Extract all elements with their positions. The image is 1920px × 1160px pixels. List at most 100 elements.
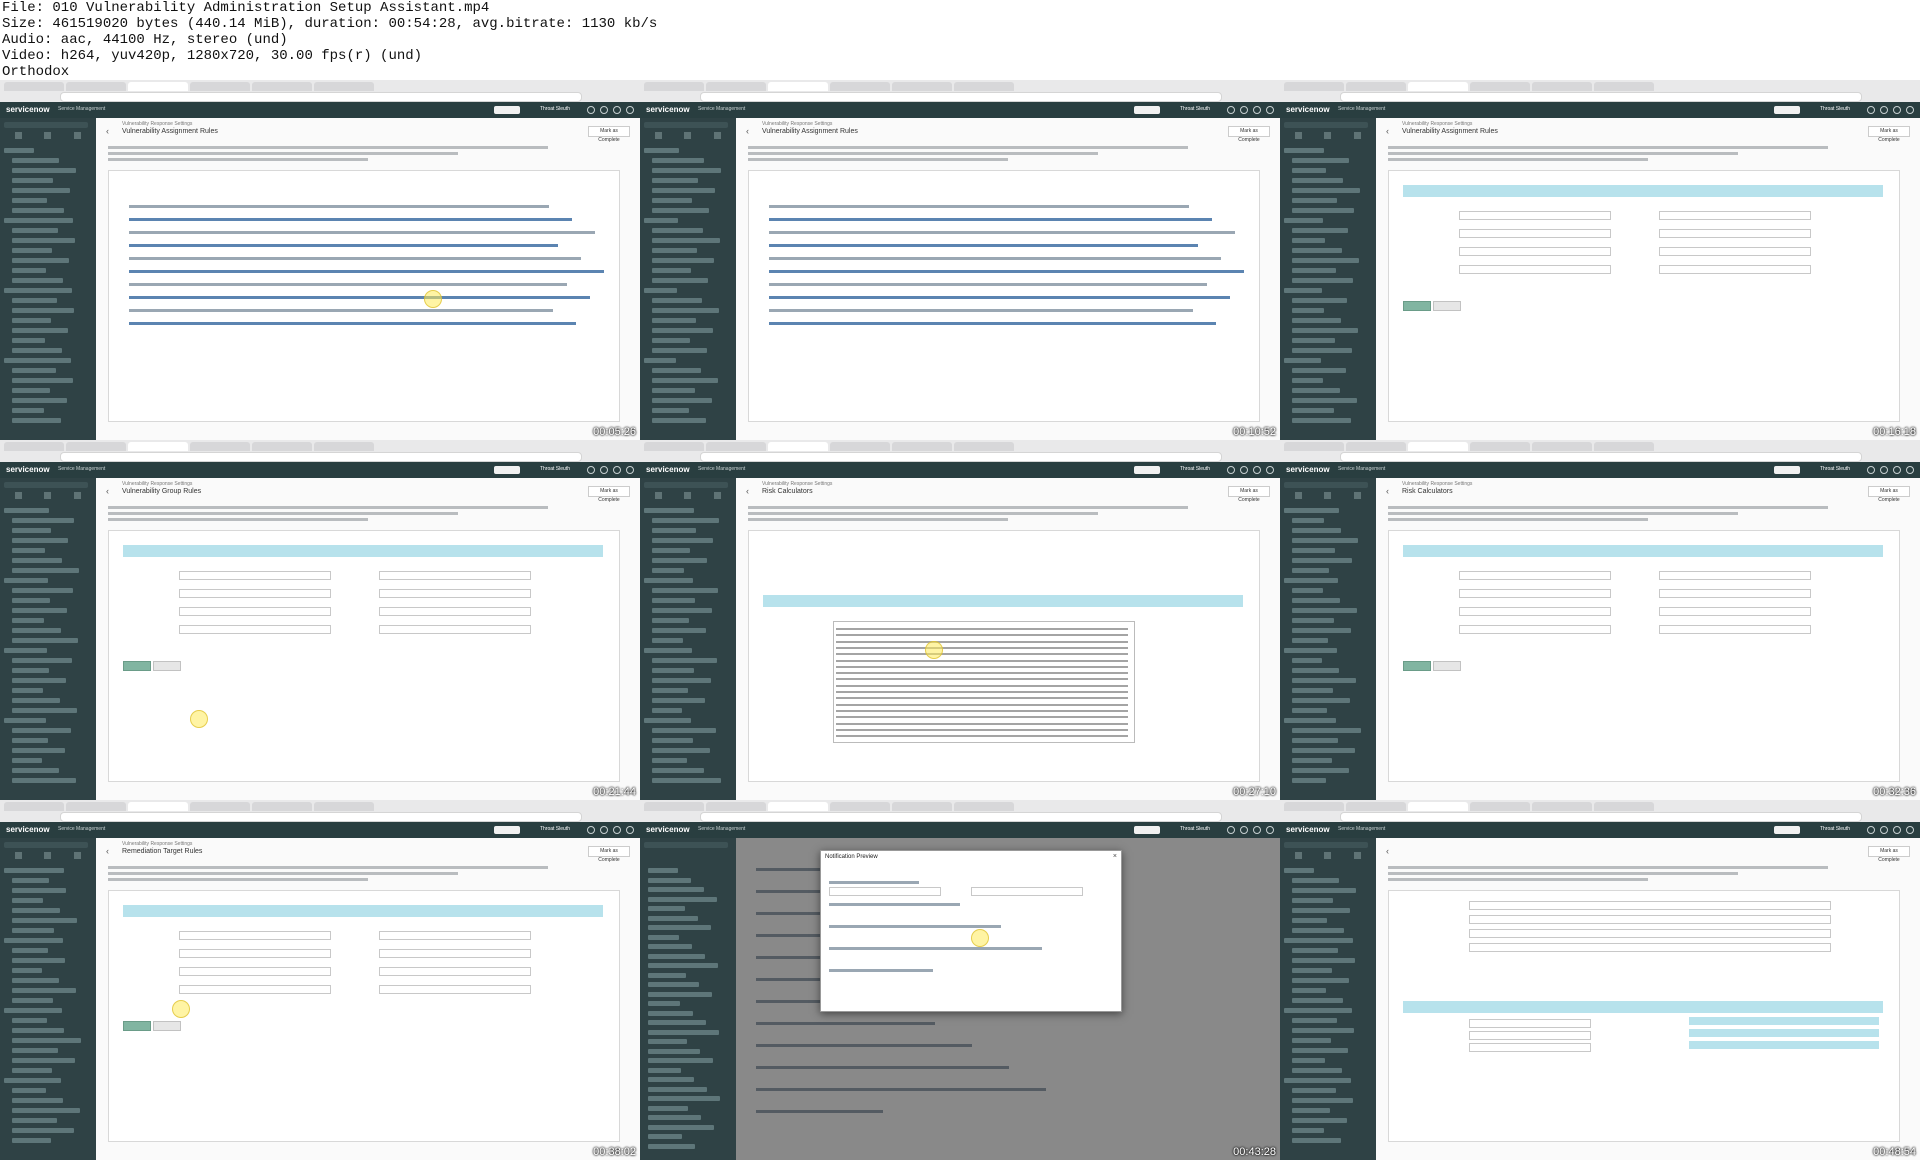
nav-module[interactable] [12, 328, 68, 333]
all-apps-icon[interactable] [1295, 852, 1303, 859]
nav-module[interactable] [1292, 738, 1338, 743]
nav-module[interactable] [1292, 1108, 1330, 1113]
list-row[interactable] [129, 322, 576, 325]
address-bar[interactable] [700, 452, 1222, 462]
nav-module[interactable] [12, 1038, 81, 1043]
browser-tab[interactable] [190, 802, 250, 811]
browser-tab[interactable] [128, 442, 188, 451]
nav-module[interactable] [648, 1115, 701, 1120]
chat-icon[interactable] [1240, 826, 1248, 834]
nav-module[interactable] [1292, 538, 1358, 543]
browser-tab[interactable] [768, 802, 828, 811]
gear-icon[interactable] [1266, 466, 1274, 474]
browser-tab[interactable] [66, 442, 126, 451]
nav-module[interactable] [652, 198, 692, 203]
nav-module[interactable] [12, 948, 48, 953]
nav-module[interactable] [4, 648, 47, 653]
form-field[interactable] [1459, 265, 1611, 274]
browser-tab[interactable] [1470, 802, 1530, 811]
nav-module[interactable] [652, 688, 688, 693]
nav-module[interactable] [1284, 508, 1339, 513]
browser-tab[interactable] [768, 442, 828, 451]
nav-module[interactable] [12, 388, 50, 393]
nav-module[interactable] [652, 588, 718, 593]
list-row[interactable] [129, 257, 581, 260]
nav-module[interactable] [12, 778, 76, 783]
browser-tab[interactable] [128, 82, 188, 91]
user-menu[interactable]: Throat Sleuth [1180, 826, 1210, 832]
nav-module[interactable] [1292, 378, 1323, 383]
mark-complete-button[interactable]: Mark as Complete [1228, 486, 1270, 503]
favorites-icon[interactable] [44, 132, 52, 139]
nav-module[interactable] [1292, 168, 1326, 173]
search-icon[interactable] [587, 466, 595, 474]
mark-complete-button[interactable]: Mark as Complete [588, 846, 630, 863]
nav-module[interactable] [1292, 158, 1349, 163]
nav-module[interactable] [1292, 598, 1340, 603]
browser-tab[interactable] [252, 82, 312, 91]
nav-module[interactable] [648, 991, 712, 997]
update-button[interactable] [153, 661, 181, 671]
browser-tab[interactable] [1408, 82, 1468, 91]
scope-selector[interactable] [1774, 826, 1800, 834]
nav-module[interactable] [12, 268, 46, 273]
nav-module[interactable] [644, 578, 693, 583]
nav-module[interactable] [652, 738, 693, 743]
nav-module[interactable] [652, 298, 702, 303]
nav-module[interactable] [12, 1098, 63, 1103]
nav-module[interactable] [652, 658, 717, 663]
scope-selector[interactable] [494, 106, 520, 114]
nav-module[interactable] [4, 358, 71, 363]
chat-icon[interactable] [1880, 466, 1888, 474]
nav-module[interactable] [12, 1018, 47, 1023]
favorites-icon[interactable] [1324, 132, 1332, 139]
nav-module[interactable] [652, 748, 710, 753]
nav-module[interactable] [648, 877, 691, 883]
form-field[interactable] [1659, 589, 1811, 598]
browser-tab[interactable] [1408, 442, 1468, 451]
gear-icon[interactable] [1906, 466, 1914, 474]
nav-module[interactable] [1292, 908, 1350, 913]
nav-module[interactable] [652, 538, 713, 543]
scope-selector[interactable] [1774, 106, 1800, 114]
nav-module[interactable] [12, 528, 51, 533]
all-apps-icon[interactable] [15, 492, 23, 499]
address-bar[interactable] [1340, 812, 1862, 822]
nav-module[interactable] [644, 718, 691, 723]
nav-module[interactable] [1284, 578, 1338, 583]
nav-module[interactable] [12, 228, 58, 233]
browser-tab[interactable] [314, 82, 374, 91]
nav-module[interactable] [12, 408, 44, 413]
nav-module[interactable] [648, 1010, 693, 1016]
nav-module[interactable] [652, 268, 691, 273]
form-field[interactable] [379, 931, 531, 940]
nav-module[interactable] [652, 678, 711, 683]
search-icon[interactable] [1867, 466, 1875, 474]
nav-module[interactable] [12, 668, 49, 673]
form-field[interactable] [379, 967, 531, 976]
browser-tab[interactable] [892, 82, 952, 91]
weight-field[interactable] [1469, 1031, 1591, 1040]
filter-navigator-input[interactable] [644, 482, 728, 488]
list-row[interactable] [769, 205, 1189, 208]
submit-button[interactable] [1403, 661, 1431, 671]
search-icon[interactable] [1867, 106, 1875, 114]
browser-tab[interactable] [1532, 82, 1592, 91]
browser-tab[interactable] [1408, 802, 1468, 811]
nav-module[interactable] [1284, 868, 1314, 873]
nav-module[interactable] [1292, 528, 1341, 533]
nav-module[interactable] [12, 568, 79, 573]
nav-module[interactable] [12, 758, 42, 763]
browser-tab[interactable] [128, 802, 188, 811]
nav-module[interactable] [12, 1118, 57, 1123]
list-row[interactable] [129, 231, 595, 234]
nav-module[interactable] [1292, 518, 1324, 523]
nav-module[interactable] [652, 668, 694, 673]
search-icon[interactable] [587, 106, 595, 114]
nav-module[interactable] [1292, 748, 1355, 753]
all-apps-icon[interactable] [1295, 132, 1303, 139]
nav-module[interactable] [12, 548, 45, 553]
back-icon[interactable]: ‹ [106, 126, 109, 136]
user-menu[interactable]: Throat Sleuth [540, 466, 570, 472]
list-row[interactable] [129, 205, 549, 208]
